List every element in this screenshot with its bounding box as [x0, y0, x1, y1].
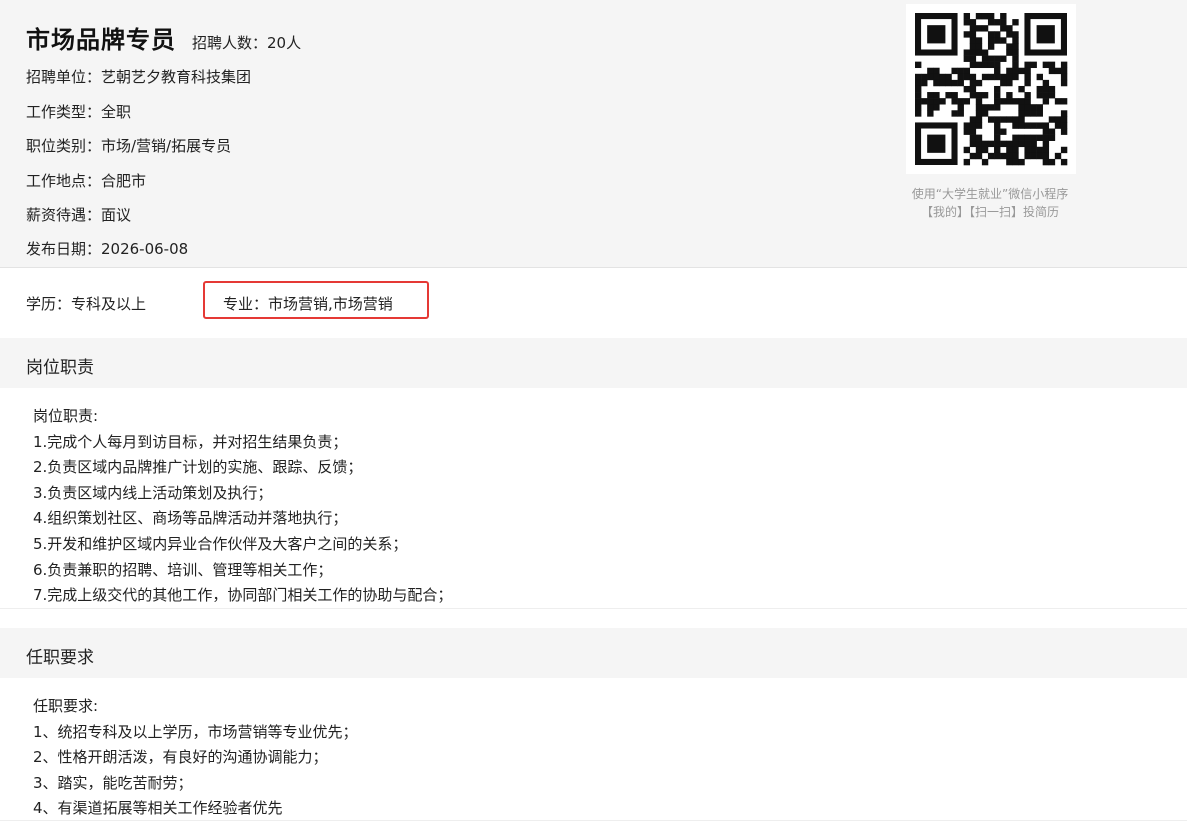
requirements-line: 2、性格开朗活泼，有良好的沟通协调能力； [33, 748, 328, 767]
education-row: 学历：专科及以上 专业：市场营销,市场营销 [0, 268, 1187, 338]
duties-line: 岗位职责: [33, 407, 99, 425]
qr-caption-line1: 使用“大学生就业”微信小程序 [911, 187, 1069, 201]
info-category: 职位类别：市场/营销/拓展专员 [26, 137, 232, 155]
qr-finder-square [1024, 13, 1067, 56]
major-highlight-box: 专业：市场营销,市场营销 [203, 281, 429, 319]
requirements-line: 3、踏实，能吃苦耐劳； [33, 773, 193, 792]
duties-header: 岗位职责 [0, 338, 1187, 388]
job-header: 市场品牌专员 招聘人数：20人 招聘单位：艺朝艺夕教育科技集团 工作类型：全职 … [0, 0, 1187, 268]
info-job-type: 工作类型：全职 [26, 103, 132, 121]
duties-line: 4.组织策划社区、商场等品牌活动并落地执行； [33, 509, 348, 528]
duties-title: 岗位职责 [26, 358, 94, 378]
info-company: 招聘单位：艺朝艺夕教育科技集团 [26, 68, 252, 86]
duties-line: 6.负责兼职的招聘、培训、管理等相关工作； [33, 560, 333, 579]
info-salary: 薪资待遇：面议 [26, 206, 132, 224]
duties-line: 7.完成上级交代的其他工作，协同部门相关工作的协助与配合； [33, 586, 453, 605]
title-row: 市场品牌专员 招聘人数：20人 [26, 20, 301, 55]
requirements-body: 任职要求: 1、统招专科及以上学历，市场营销等专业优先； 2、性格开朗活泼，有良… [33, 694, 358, 822]
qr-finder-square [915, 13, 958, 56]
qr-finder-square [915, 122, 958, 165]
duties-line: 1.完成个人每月到访目标，并对招生结果负责； [33, 432, 348, 451]
job-title: 市场品牌专员 [26, 26, 176, 54]
duties-line: 5.开发和维护区域内异业合作伙伴及大客户之间的关系； [33, 534, 408, 553]
duties-line: 2.负责区域内品牌推广计划的实施、跟踪、反馈； [33, 458, 363, 477]
qr-code-graphic [915, 13, 1068, 166]
headcount: 招聘人数：20人 [192, 34, 302, 52]
requirements-line: 4、有渠道拓展等相关工作经验者优先 [33, 799, 283, 818]
qr-code-icon[interactable] [906, 4, 1076, 174]
requirements-line: 任职要求: [33, 697, 99, 715]
section-divider [0, 820, 1187, 821]
info-publish-date: 发布日期：2026-06-08 [26, 240, 189, 258]
info-location: 工作地点：合肥市 [26, 172, 147, 190]
qr-caption-line2: 【我的】【扫一扫】投简历 [920, 205, 1059, 219]
qr-caption: 使用“大学生就业”微信小程序 【我的】【扫一扫】投简历 [880, 185, 1100, 221]
requirements-title: 任职要求 [26, 648, 94, 668]
duties-body: 岗位职责: 1.完成个人每月到访目标，并对招生结果负责； 2.负责区域内品牌推广… [33, 404, 452, 609]
education-degree: 学历：专科及以上 [26, 295, 147, 313]
section-divider [0, 608, 1187, 609]
education-major: 专业：市场营销,市场营销 [223, 295, 393, 313]
duties-line: 3.负责区域内线上活动策划及执行； [33, 483, 273, 502]
requirements-line: 1、统招专科及以上学历，市场营销等专业优先； [33, 722, 358, 741]
requirements-header: 任职要求 [0, 628, 1187, 678]
